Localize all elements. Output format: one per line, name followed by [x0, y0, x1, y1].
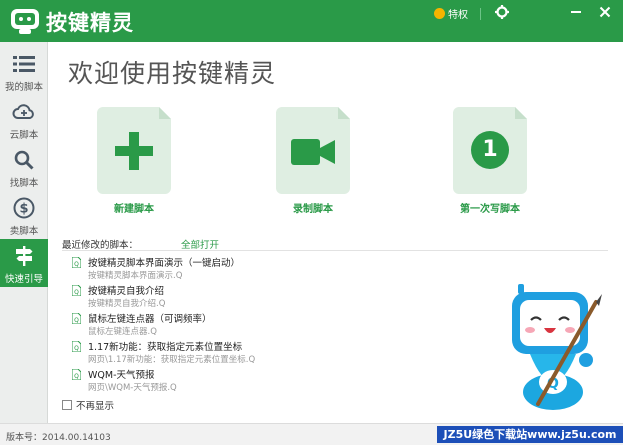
site-watermark: JZ5U绿色下载站www.jz5u.com: [437, 426, 623, 443]
minimize-icon[interactable]: [568, 4, 584, 20]
svg-text:Q: Q: [74, 289, 79, 296]
svg-text:Q: Q: [74, 317, 79, 324]
first-script-label[interactable]: 第一次写脚本: [440, 200, 540, 215]
plus-icon: [115, 132, 153, 170]
sidebar-item-label: 找脚本: [9, 178, 39, 189]
dont-show-again-option[interactable]: 不再显示: [62, 399, 115, 412]
record-script-label[interactable]: 录制脚本: [263, 200, 363, 215]
script-file-icon: Q: [72, 369, 81, 380]
svg-text:Q: Q: [74, 261, 79, 268]
script-name: 鼠标左键连点器（可调频率）: [88, 314, 212, 325]
recent-script-item[interactable]: Q 按键精灵脚本界面演示（一键启动） 按键精灵脚本界面演示.Q: [72, 255, 372, 283]
script-file-icon: Q: [72, 285, 81, 296]
mascot-illustration: Q: [512, 284, 602, 410]
dont-show-again-checkbox[interactable]: [62, 400, 72, 410]
new-script-label[interactable]: 新建脚本: [84, 200, 184, 215]
script-path: 按键精灵脚本界面演示.Q: [88, 271, 183, 281]
sidebar-item-label: 快速引导: [4, 274, 43, 285]
vip-privilege-button[interactable]: 特权: [434, 6, 468, 21]
svg-text:Q: Q: [74, 373, 79, 380]
page-title: 欢迎使用按键精灵: [68, 59, 277, 88]
script-file-icon: Q: [72, 313, 81, 324]
dollar-icon: $: [13, 197, 35, 219]
recent-scripts-title: 最近修改的脚本：: [62, 240, 139, 251]
svg-text:Q: Q: [74, 345, 79, 352]
script-name: 按键精灵自我介绍: [88, 286, 165, 297]
vip-label: 特权: [448, 10, 468, 21]
dont-show-again-label: 不再显示: [76, 401, 115, 412]
vip-coin-icon: [434, 8, 445, 19]
number-one-icon: 1: [471, 131, 509, 169]
version-text: 版本号：2014.00.14103: [6, 433, 111, 443]
recent-script-item[interactable]: Q WQM-天气预报 网页\WQM-天气预报.Q: [72, 367, 372, 395]
script-file-icon: Q: [72, 341, 81, 352]
sidebar: 我的脚本 云脚本 找脚本 $ 卖脚本 快速引导: [0, 42, 48, 423]
script-file-icon: Q: [72, 257, 81, 268]
script-name: 按键精灵脚本界面演示（一键启动）: [88, 258, 241, 269]
open-all-link[interactable]: 全部打开: [181, 237, 219, 251]
recent-script-item[interactable]: Q 鼠标左键连点器（可调频率） 鼠标左键连点器.Q: [72, 311, 372, 339]
sidebar-item-label: 云脚本: [9, 130, 39, 141]
script-path: 网页\1.17新功能：获取指定元素位置坐标.Q: [88, 355, 256, 365]
video-camera-icon: [291, 139, 335, 165]
script-path: 鼠标左键连点器.Q: [88, 327, 157, 337]
toolbar-divider: [480, 8, 481, 20]
sidebar-item-label: 我的脚本: [4, 82, 43, 93]
section-divider: [62, 250, 608, 251]
recent-script-item[interactable]: Q 按键精灵自我介绍 按键精灵自我介绍.Q: [72, 283, 372, 311]
search-icon: [14, 150, 34, 170]
sidebar-item-sell-scripts[interactable]: $ 卖脚本: [0, 191, 48, 239]
script-path: 网页\WQM-天气预报.Q: [88, 383, 177, 393]
sidebar-item-label: 卖脚本: [9, 226, 39, 237]
new-script-card[interactable]: [97, 107, 171, 194]
sidebar-item-my-scripts[interactable]: 我的脚本: [0, 47, 48, 95]
cloud-icon: [12, 104, 34, 119]
recent-script-item[interactable]: Q 1.17新功能：获取指定元素位置坐标 网页\1.17新功能：获取指定元素位置…: [72, 339, 372, 367]
signpost-icon: [16, 246, 33, 266]
title-bar: 按键精灵 特权: [0, 0, 623, 42]
app-title: 按键精灵: [46, 11, 134, 35]
svg-text:$: $: [19, 202, 28, 217]
script-name: WQM-天气预报: [88, 370, 155, 381]
app-logo-icon: [11, 9, 39, 34]
first-script-card[interactable]: 1: [453, 107, 527, 194]
close-icon[interactable]: [597, 4, 613, 20]
sidebar-item-find-scripts[interactable]: 找脚本: [0, 143, 48, 191]
script-path: 按键精灵自我介绍.Q: [88, 299, 166, 309]
sidebar-item-cloud-scripts[interactable]: 云脚本: [0, 95, 48, 143]
settings-icon[interactable]: [494, 4, 510, 20]
sidebar-item-quick-guide[interactable]: 快速引导: [0, 239, 48, 287]
list-icon: [13, 56, 35, 72]
record-script-card[interactable]: [276, 107, 350, 194]
script-name: 1.17新功能：获取指定元素位置坐标: [88, 342, 243, 353]
